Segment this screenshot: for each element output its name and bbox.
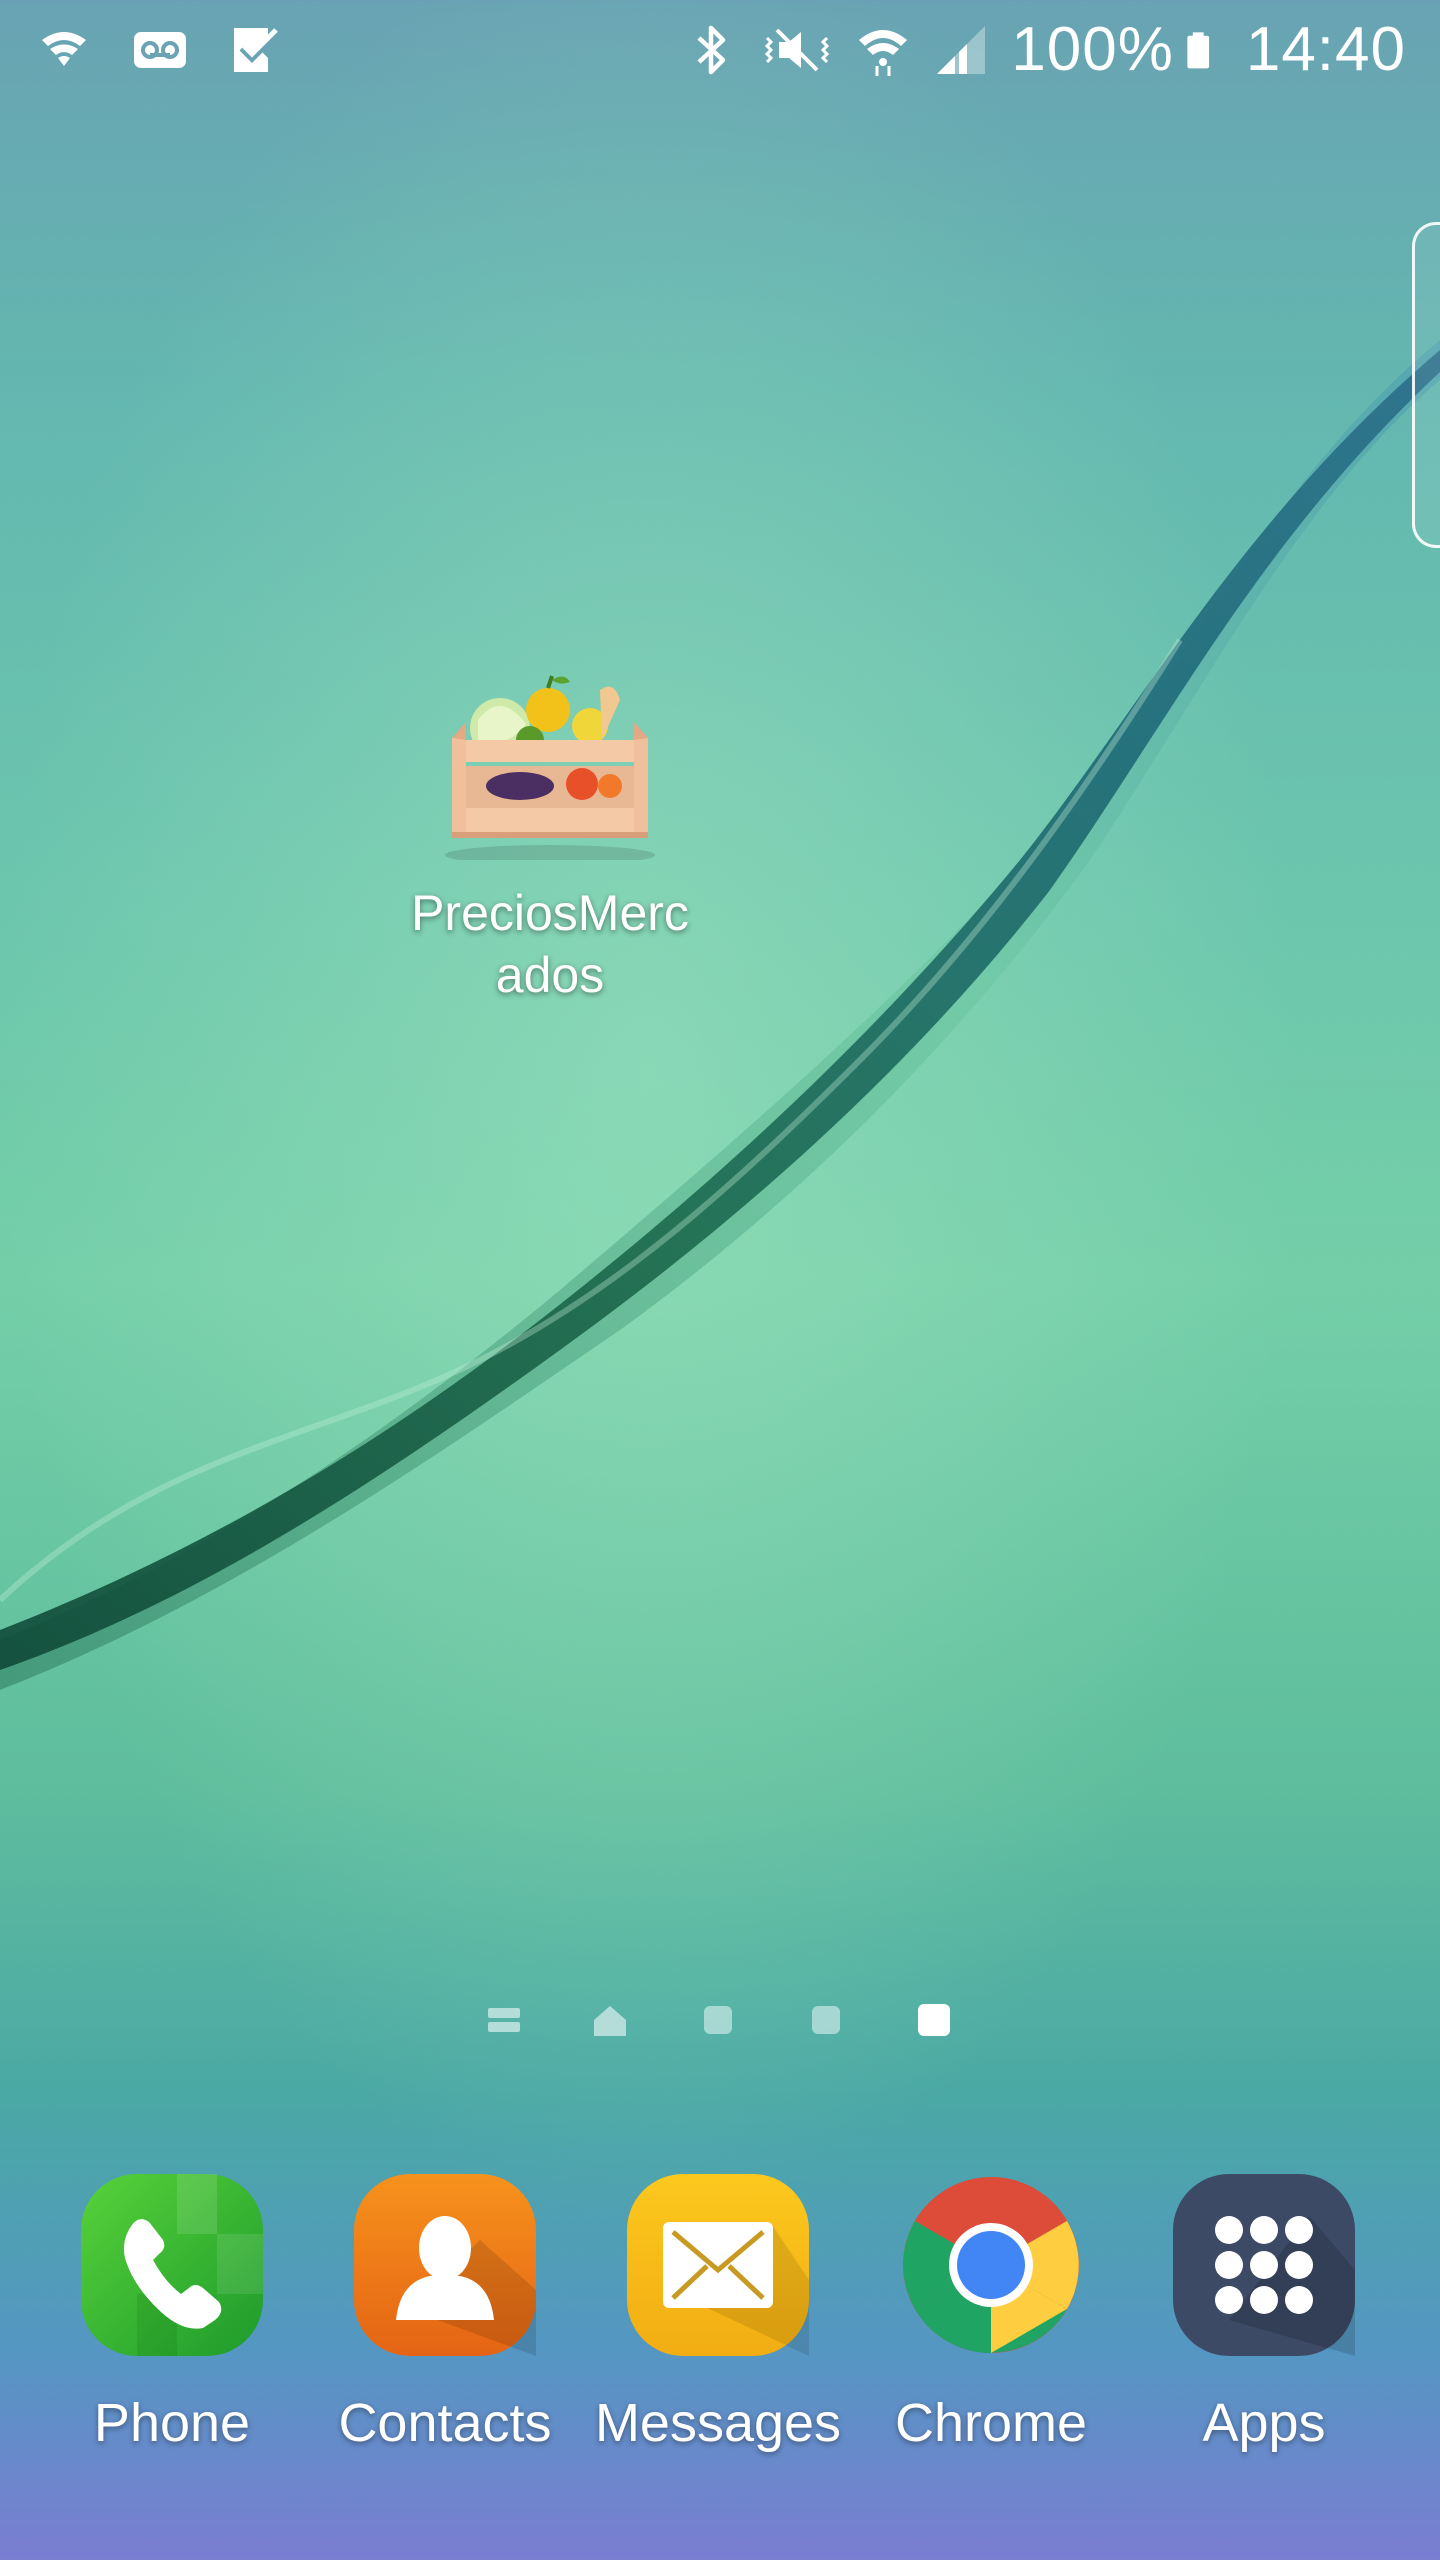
dock-item-chrome[interactable]: Chrome [856, 2170, 1126, 2456]
page-indicator-4[interactable] [808, 2002, 844, 2038]
status-left-icons [36, 22, 284, 78]
page-indicator-3[interactable] [700, 2002, 736, 2038]
page-indicator-5-active[interactable] [916, 2002, 952, 2038]
contacts-icon [354, 2174, 536, 2356]
page-indicators [470, 2002, 970, 2042]
dock-label-messages: Messages [594, 2393, 842, 2453]
wifi-calling-icon [42, 32, 86, 66]
apps-grid-icon [1173, 2174, 1355, 2356]
menu-page-indicator[interactable] [486, 2002, 522, 2038]
dock-item-messages[interactable]: Messages [583, 2170, 853, 2456]
status-bar: 100% 14:40 [0, 0, 1440, 100]
battery-icon [1187, 32, 1209, 69]
fruit-crate-icon [430, 650, 670, 865]
vibrate-icon [765, 28, 830, 72]
voicemail-icon [134, 32, 186, 68]
dock-label-phone: Phone [93, 2393, 251, 2453]
home-page-indicator[interactable] [592, 2002, 628, 2038]
app-shortcut-label: PreciosMerc ados [411, 885, 689, 1003]
phone-icon [81, 2174, 263, 2356]
wifi-icon [859, 30, 908, 76]
task-check-icon [234, 28, 281, 72]
dock-label-contacts: Contacts [338, 2393, 552, 2453]
battery-percentage: 100% [1011, 15, 1174, 84]
dock-label-chrome: Chrome [894, 2393, 1088, 2453]
messages-icon [627, 2174, 809, 2356]
dock-item-phone[interactable]: Phone [37, 2170, 307, 2456]
chrome-icon [903, 2177, 1079, 2353]
dock: Phone Contacts Messages Chrome Apps [0, 2170, 1440, 2490]
dock-item-contacts[interactable]: Contacts [310, 2170, 580, 2456]
app-shortcut-preciosmercados[interactable]: PreciosMerc ados [370, 650, 730, 1006]
dock-label-apps: Apps [1202, 2393, 1326, 2453]
dock-item-apps[interactable]: Apps [1129, 2170, 1399, 2456]
edge-panel-handle[interactable] [1412, 222, 1440, 548]
bluetooth-icon [697, 25, 726, 75]
clock: 14:40 [1245, 15, 1406, 84]
status-right-icons: 100% 14:40 [683, 14, 1406, 86]
signal-icon [937, 26, 986, 74]
